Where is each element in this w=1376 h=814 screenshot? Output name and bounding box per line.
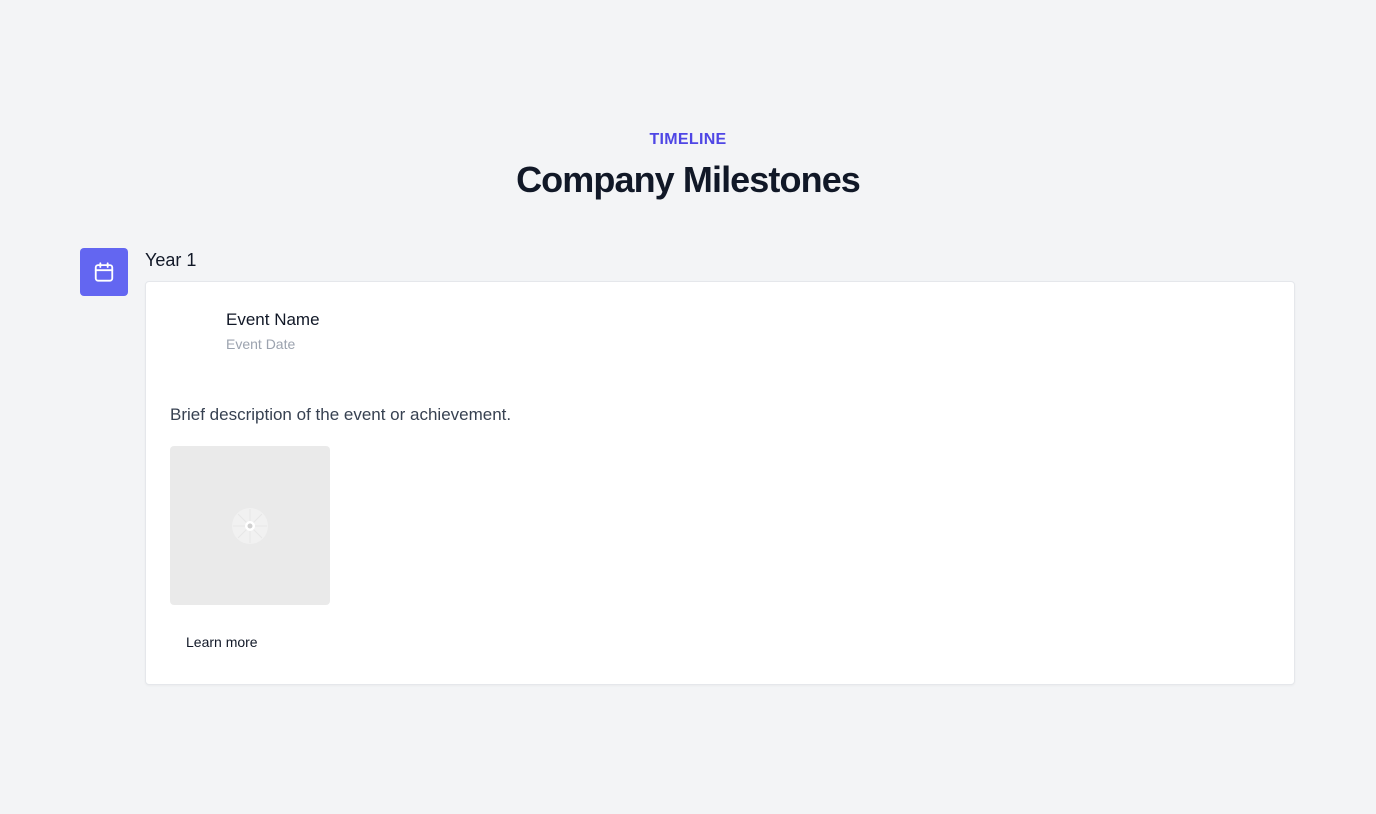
event-description: Brief description of the event or achiev… — [170, 405, 512, 424]
event-card: Event Name Event Date Brief description … — [145, 281, 1295, 685]
event-date: Event Date — [226, 336, 296, 352]
event-image — [170, 446, 330, 605]
learn-more-link[interactable]: Learn more — [186, 633, 258, 651]
calendar-icon — [94, 262, 114, 282]
section-eyebrow: TIMELINE — [649, 131, 727, 148]
page-title: Company Milestones — [516, 159, 861, 200]
image-placeholder-icon — [232, 507, 268, 544]
event-name: Event Name — [226, 310, 320, 329]
timeline-page: TIMELINE Company Milestones Year 1 Event… — [0, 0, 1376, 814]
timeline-item-icon-badge — [80, 248, 128, 296]
timeline-year-label: Year 1 — [145, 250, 197, 270]
